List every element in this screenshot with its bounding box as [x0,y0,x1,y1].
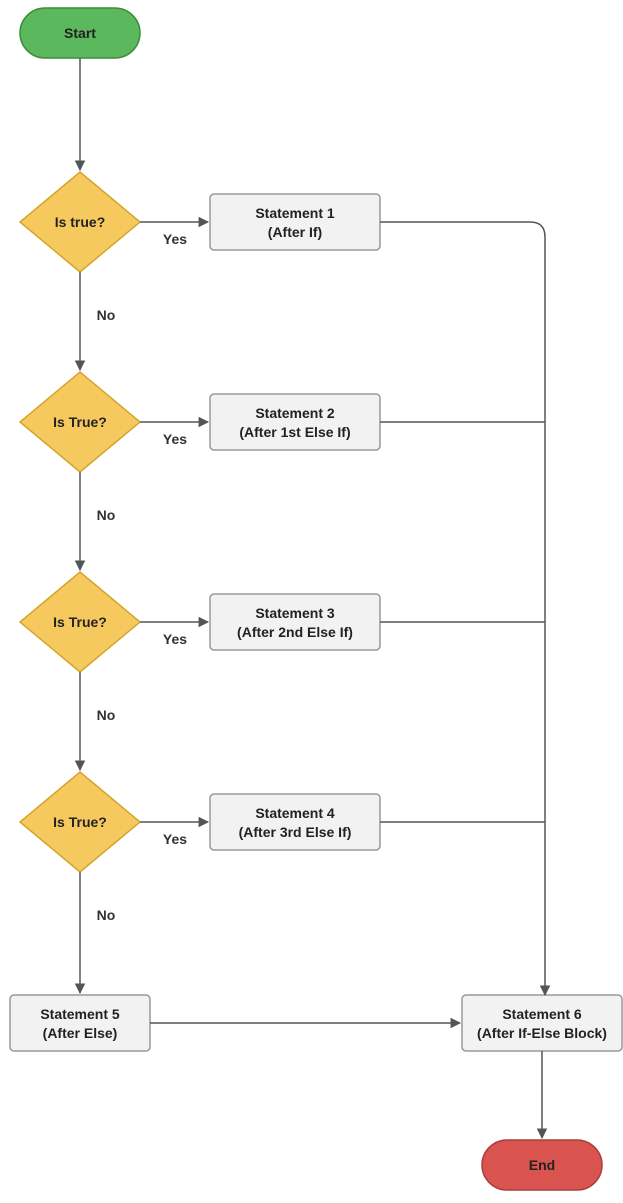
statement-1: Statement 1 (After If) [210,194,380,250]
edge-d1-no-label: No [97,307,116,323]
edge-d1-yes-label: Yes [163,231,187,247]
start-label: Start [64,25,96,41]
statement-2: Statement 2 (After 1st Else If) [210,394,380,450]
edge-d4-no-label: No [97,907,116,923]
statement-6-line2: (After If-Else Block) [477,1025,607,1041]
statement-4-line1: Statement 4 [255,805,335,821]
statement-2-line1: Statement 2 [255,405,335,421]
end-node: End [482,1140,602,1190]
decision-1: Is true? [20,172,140,272]
decision-1-label: Is true? [55,214,106,230]
statement-5: Statement 5 (After Else) [10,995,150,1051]
decision-2: Is True? [20,372,140,472]
statement-6: Statement 6 (After If-Else Block) [462,995,622,1051]
edge-d3-no-label: No [97,707,116,723]
decision-2-label: Is True? [53,414,107,430]
edge-d2-yes-label: Yes [163,431,187,447]
statement-4: Statement 4 (After 3rd Else If) [210,794,380,850]
statement-3-line2: (After 2nd Else If) [237,624,353,640]
start-node: Start [20,8,140,58]
edge-d2-no-label: No [97,507,116,523]
statement-2-line2: (After 1st Else If) [239,424,350,440]
edge-d4-yes-label: Yes [163,831,187,847]
statement-1-line1: Statement 1 [255,205,335,221]
statement-5-line1: Statement 5 [40,1006,120,1022]
decision-4: Is True? [20,772,140,872]
statement-3: Statement 3 (After 2nd Else If) [210,594,380,650]
decision-4-label: Is True? [53,814,107,830]
statement-5-line2: (After Else) [43,1025,118,1041]
statement-6-line1: Statement 6 [502,1006,582,1022]
decision-3-label: Is True? [53,614,107,630]
flowchart-canvas: Start Is true? Yes No Statement 1 (After… [0,0,623,1198]
statement-1-line2: (After If) [268,224,322,240]
decision-3: Is True? [20,572,140,672]
statement-3-line1: Statement 3 [255,605,335,621]
edge-d3-yes-label: Yes [163,631,187,647]
end-label: End [529,1157,555,1173]
statement-4-line2: (After 3rd Else If) [239,824,352,840]
